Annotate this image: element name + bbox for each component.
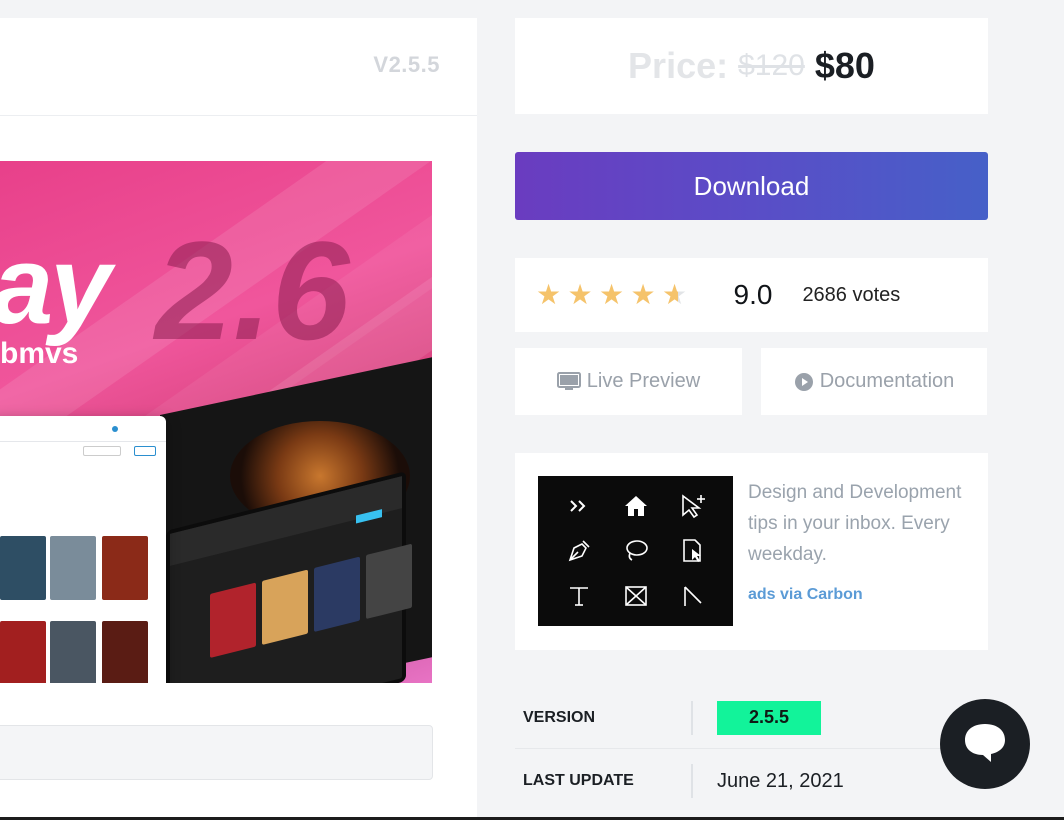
product-panel: V2.5.5 2.6 ay bmvs (0, 18, 477, 820)
price-old: $120 (738, 49, 805, 82)
ad-carbon-link[interactable]: ads via Carbon (748, 586, 863, 604)
play-circle-icon (794, 372, 814, 392)
file-cursor-icon (664, 529, 721, 574)
home-icon (607, 484, 664, 529)
meta-row-last-update: LAST UPDATE June 21, 2021 (515, 750, 988, 812)
meta-row-version: VERSION 2.5.5 (515, 687, 988, 749)
price-card: Price: $120 $80 (515, 18, 988, 114)
star-icon[interactable]: ★ (599, 281, 631, 309)
ad-image[interactable] (538, 476, 733, 626)
star-icon[interactable]: ★ (568, 281, 600, 309)
live-preview-button[interactable]: Live Preview (515, 348, 742, 415)
ad-card: Design and Development tips in your inbo… (515, 453, 988, 650)
comment-input[interactable] (0, 725, 433, 780)
ad-text[interactable]: Design and Development tips in your inbo… (748, 477, 976, 570)
last-update-value: June 21, 2021 (717, 769, 844, 792)
documentation-button[interactable]: Documentation (761, 348, 987, 415)
pen-tool-icon (550, 529, 607, 574)
star-icon[interactable]: ★ (536, 281, 568, 309)
lasso-icon (607, 529, 664, 574)
star-icon[interactable]: ★ (631, 281, 663, 309)
version-tag: V2.5.5 (373, 52, 440, 77)
chat-button[interactable] (940, 699, 1030, 789)
live-preview-label: Live Preview (586, 370, 701, 392)
hero-version-text: 2.6 (155, 212, 350, 369)
monitor-icon (556, 371, 581, 392)
slice-icon (664, 573, 721, 618)
rating-score: 9.0 (733, 279, 773, 310)
half-star-icon[interactable]: ★ (662, 281, 694, 309)
rating-votes: 2686 votes (802, 283, 901, 306)
double-chevron-icon (550, 484, 607, 529)
last-update-label: LAST UPDATE (515, 764, 693, 798)
hero-subtitle-text: bmvs (0, 337, 79, 370)
price-label: Price: (628, 45, 729, 86)
hero-title-text: ay (0, 224, 111, 347)
star-rating[interactable]: ★ ★ ★ ★ ★ (536, 281, 694, 309)
product-header: V2.5.5 (0, 18, 477, 116)
price-new: $80 (814, 45, 875, 86)
hero-screen-front (0, 416, 166, 683)
cursor-plus-icon (664, 484, 721, 529)
rating-card: ★ ★ ★ ★ ★ 9.0 2686 votes (515, 258, 988, 332)
frame-icon (607, 573, 664, 618)
chat-icon (961, 720, 1009, 769)
product-hero-image: 2.6 ay bmvs (0, 161, 432, 683)
documentation-label: Documentation (819, 370, 955, 392)
version-badge: 2.5.5 (717, 700, 821, 735)
text-tool-icon (550, 573, 607, 618)
download-button[interactable]: Download (515, 152, 988, 220)
version-label: VERSION (515, 700, 693, 735)
